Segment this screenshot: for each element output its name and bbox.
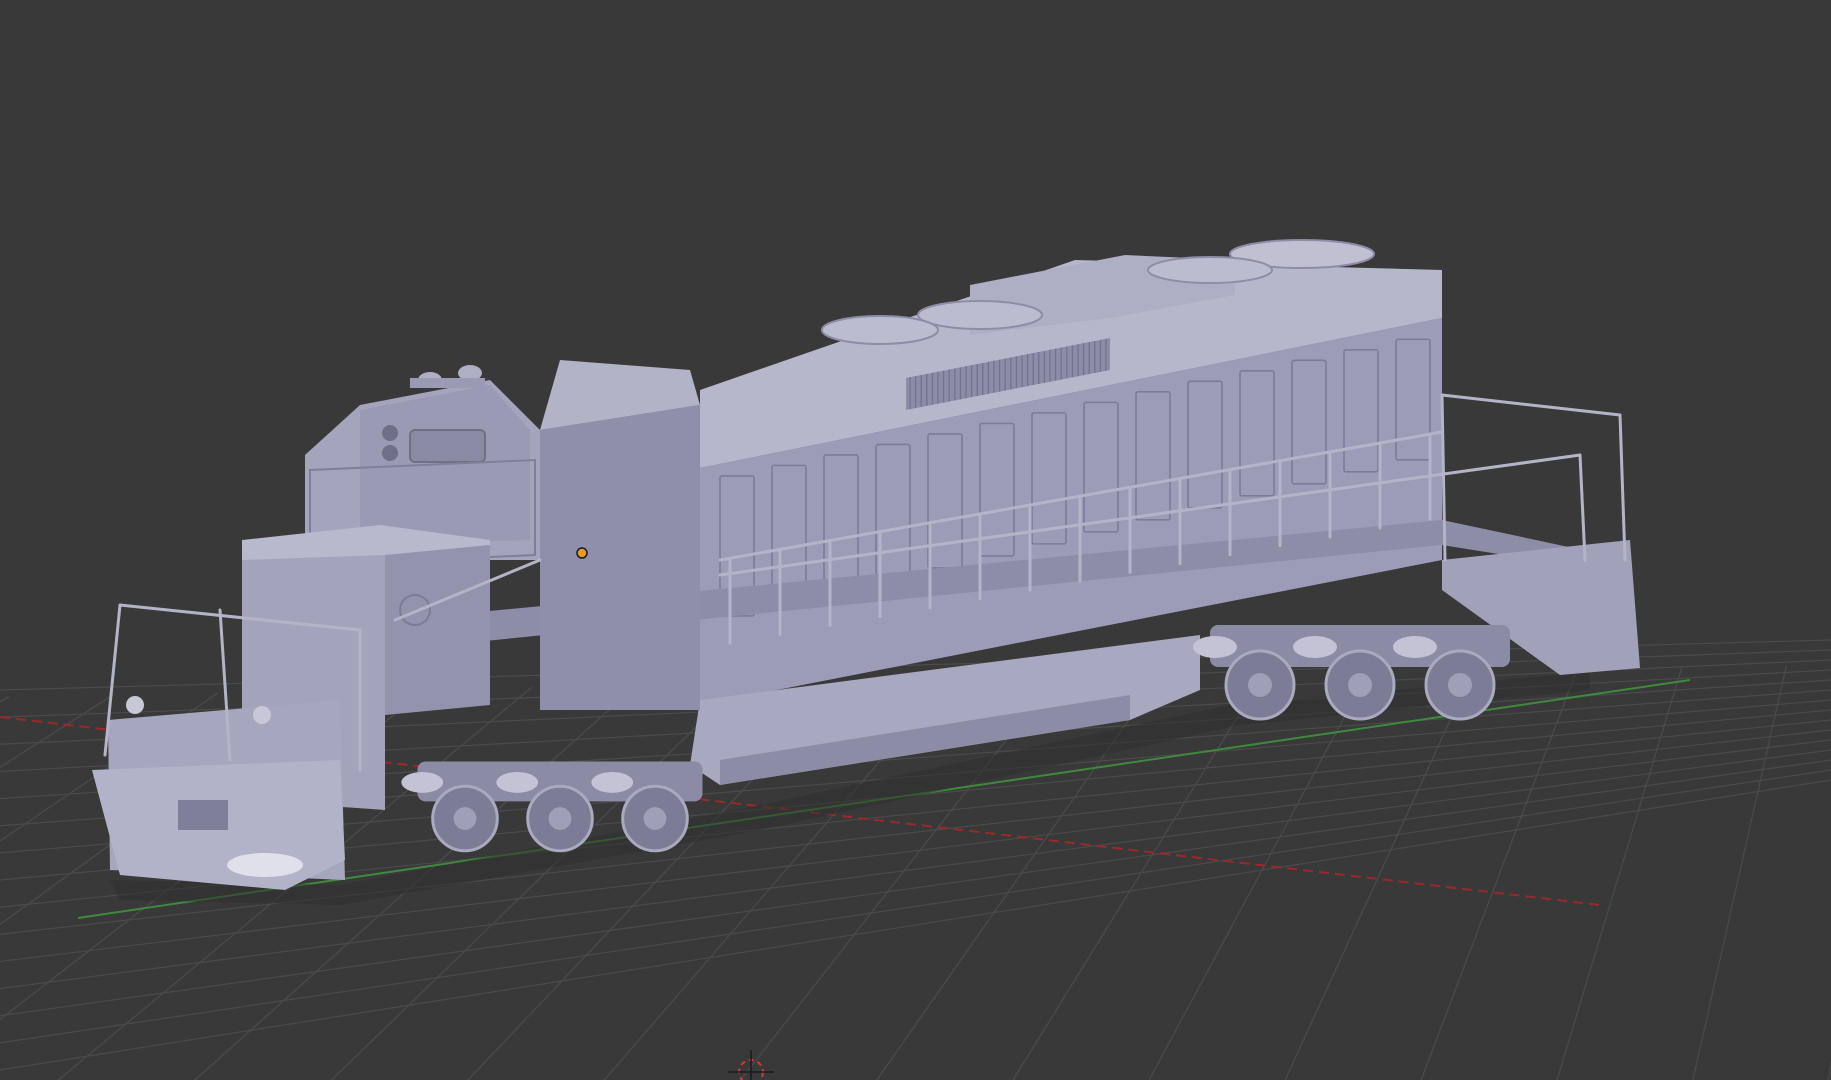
- wheel-hub: [453, 807, 477, 830]
- headlight-upper: [382, 425, 398, 441]
- cab-side: [540, 405, 700, 710]
- plow-highlight: [227, 853, 303, 877]
- headlight-lower: [382, 445, 398, 461]
- wheel-hub: [1248, 673, 1272, 697]
- wheel-hub: [548, 807, 572, 830]
- cab-number-board: [409, 429, 486, 463]
- ditch-light-left: [126, 696, 144, 714]
- spring-housing: [401, 771, 444, 793]
- wheel-hub: [643, 807, 667, 830]
- spring-housing: [496, 771, 539, 793]
- viewport-scene[interactable]: [0, 0, 1831, 1080]
- ditch-light-right: [253, 706, 271, 724]
- short-hood-side: [385, 545, 490, 715]
- horn-mount: [410, 378, 485, 388]
- fan-2: [1147, 256, 1273, 284]
- coupler-body: [178, 800, 228, 830]
- wheel-hub: [1348, 673, 1372, 697]
- coupler: [178, 800, 228, 830]
- object-origin[interactable]: [576, 547, 588, 559]
- spring-housing: [1293, 636, 1337, 658]
- fan-3: [917, 300, 1043, 330]
- wheel-hub: [1448, 673, 1472, 697]
- 3d-viewport[interactable]: [0, 0, 1831, 1080]
- spring-housing: [591, 771, 634, 793]
- spring-housing: [1193, 636, 1237, 658]
- spring-housing: [1393, 636, 1437, 658]
- fan-4: [821, 315, 939, 345]
